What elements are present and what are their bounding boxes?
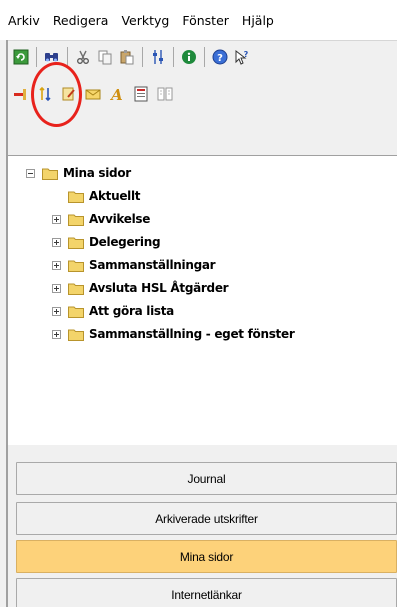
- svg-text:A: A: [109, 86, 123, 102]
- tree-node-aktuellt[interactable]: Aktuellt: [68, 185, 141, 207]
- menu-arkiv[interactable]: Arkiv: [8, 13, 40, 28]
- toolbar-separator: [173, 46, 174, 67]
- expand-icon[interactable]: [52, 283, 61, 293]
- folder-icon: [68, 191, 84, 203]
- tree-node-avvikelse[interactable]: Avvikelse: [52, 208, 150, 230]
- properties-icon[interactable]: [149, 48, 167, 66]
- toolbar-separator: [204, 46, 205, 67]
- font-icon[interactable]: A: [108, 85, 126, 103]
- cut-icon[interactable]: [74, 48, 92, 66]
- info-icon[interactable]: [180, 48, 198, 66]
- copy-icon[interactable]: [96, 48, 114, 66]
- tree-node-sammanstallning-eget-fonster[interactable]: Sammanställning - eget fönster: [52, 323, 295, 345]
- menu-hjalp[interactable]: Hjälp: [242, 13, 274, 28]
- tree-node-avsluta-hsl[interactable]: Avsluta HSL Åtgärder: [52, 277, 229, 299]
- tree-node-label: Delegering: [89, 235, 161, 249]
- folder-icon: [68, 214, 84, 226]
- svg-text:?: ?: [217, 53, 223, 64]
- arkiverade-utskrifter-button[interactable]: Arkiverade utskrifter: [16, 502, 397, 535]
- whats-this-icon[interactable]: ?: [233, 48, 251, 66]
- expand-icon[interactable]: [52, 214, 61, 224]
- folder-icon: [68, 329, 84, 341]
- tree-node-sammanstallningar[interactable]: Sammanställningar: [52, 254, 216, 276]
- mina-sidor-button[interactable]: Mina sidor: [16, 540, 397, 573]
- tree-node-delegering[interactable]: Delegering: [52, 231, 161, 253]
- refresh-icon[interactable]: [12, 48, 30, 66]
- tree-node-att-gora-lista[interactable]: Att göra lista: [52, 300, 174, 322]
- book-icon[interactable]: [156, 85, 174, 103]
- folder-icon: [68, 283, 84, 295]
- internetlankar-button[interactable]: Internetlänkar: [16, 578, 397, 607]
- folder-icon: [68, 260, 84, 272]
- svg-text:?: ?: [244, 50, 249, 59]
- folder-icon: [68, 237, 84, 249]
- tree-node-root[interactable]: Mina sidor: [26, 162, 131, 184]
- menu-bar: Arkiv Redigera Verktyg Fönster Hjälp: [0, 0, 397, 40]
- form-icon[interactable]: [132, 85, 150, 103]
- navigation-buttons: Journal Arkiverade utskrifter Mina sidor…: [8, 445, 397, 607]
- tree-node-label: Att göra lista: [89, 304, 174, 318]
- collapse-icon[interactable]: [26, 168, 35, 178]
- red-highlight-circle: [31, 62, 82, 127]
- tree-node-label: Aktuellt: [89, 189, 141, 203]
- folder-icon: [68, 306, 84, 318]
- help-icon[interactable]: ?: [211, 48, 229, 66]
- menu-fonster[interactable]: Fönster: [182, 13, 229, 28]
- toolbar-separator: [67, 46, 68, 67]
- journal-button[interactable]: Journal: [16, 462, 397, 495]
- tree-node-label: Sammanställning - eget fönster: [89, 327, 295, 341]
- folder-icon: [42, 168, 58, 180]
- tree-node-label: Avvikelse: [89, 212, 151, 226]
- toolbar-separator: [36, 46, 37, 67]
- expand-icon[interactable]: [52, 306, 61, 316]
- remove-icon[interactable]: [12, 85, 30, 103]
- tree-node-label: Avsluta HSL Åtgärder: [89, 281, 229, 295]
- tree-node-label: Mina sidor: [63, 166, 131, 180]
- expand-icon[interactable]: [52, 260, 61, 270]
- tree-node-label: Sammanställningar: [89, 258, 216, 272]
- menu-redigera[interactable]: Redigera: [53, 13, 109, 28]
- toolbar-separator: [142, 46, 143, 67]
- expand-icon[interactable]: [52, 237, 61, 247]
- expand-icon[interactable]: [52, 329, 61, 339]
- tree-view: Mina sidor Aktuellt Avvikelse Delegering…: [8, 155, 397, 445]
- mail-icon[interactable]: [84, 85, 102, 103]
- paste-icon[interactable]: [118, 48, 136, 66]
- menu-verktyg[interactable]: Verktyg: [121, 13, 169, 28]
